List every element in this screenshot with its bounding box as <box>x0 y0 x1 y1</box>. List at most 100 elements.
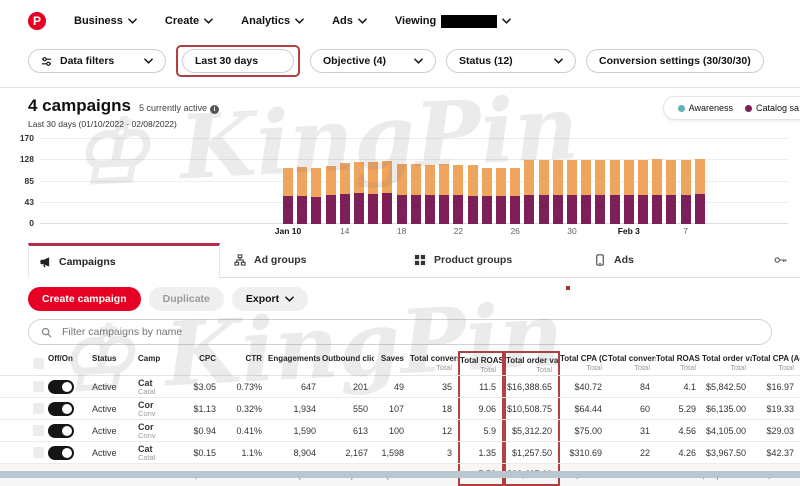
bar-segment-orange <box>425 165 435 196</box>
column-header[interactable]: Total order valuTotal <box>702 351 752 375</box>
column-header[interactable]: CPC <box>174 351 222 375</box>
campaign-name[interactable]: Cor <box>138 422 156 432</box>
cell-cpc: $0.94 <box>174 420 222 441</box>
cell-order2: $4,105.00 <box>702 420 752 441</box>
tab-ads[interactable]: Ads <box>580 243 760 277</box>
column-header[interactable]: Saves <box>374 351 410 375</box>
column-header[interactable]: Total ROAS (AdTotal <box>656 351 702 375</box>
column-header[interactable]: Off/On <box>48 351 92 375</box>
data-filters-dropdown[interactable]: Data filters <box>28 49 166 73</box>
bulk-edit-key-button[interactable] <box>760 243 800 277</box>
bar-segment-orange <box>297 167 307 196</box>
bar-segment-maroon <box>482 196 492 224</box>
table-actions: Create campaign Duplicate Export <box>0 278 800 315</box>
x-axis-label: Feb 3 <box>609 226 649 236</box>
header-checkbox-cell <box>28 351 48 375</box>
row-toggle[interactable] <box>48 424 74 438</box>
row-toggle[interactable] <box>48 402 74 416</box>
bar-segment-orange <box>340 163 350 194</box>
cell-engagements: 1,934 <box>268 398 322 419</box>
info-icon[interactable]: i <box>210 105 219 114</box>
nav-item-analytics[interactable]: Analytics <box>241 15 304 27</box>
column-header[interactable]: Total order value (CTotal <box>504 351 560 375</box>
bar-segment-maroon <box>524 195 534 224</box>
search-input[interactable] <box>60 325 759 339</box>
bar-segment-maroon <box>666 195 676 224</box>
campaign-name[interactable]: Cat <box>138 378 156 388</box>
table-row: ActiveCorConv$0.940.41%1,590613100125.9$… <box>0 420 800 442</box>
bar-segment-orange <box>283 168 293 197</box>
campaign-name-cell: CatCatal <box>138 442 174 463</box>
tab-ad-groups[interactable]: Ad groups <box>220 243 400 277</box>
select-all-checkbox[interactable] <box>33 358 44 369</box>
chevron-down-icon <box>128 18 137 24</box>
column-header-label: CPC <box>174 354 216 363</box>
export-button[interactable]: Export <box>232 287 308 311</box>
tab-label: Ads <box>614 254 634 266</box>
column-header[interactable]: Total conversionTotal <box>608 351 656 375</box>
cell-order2: $5,842.50 <box>702 376 752 397</box>
cell-saves: 1,598 <box>374 442 410 463</box>
bar-segment-maroon <box>340 194 350 225</box>
conversion-settings-button[interactable]: Conversion settings (30/30/30) <box>586 49 764 73</box>
bar-segment-orange <box>567 160 577 195</box>
row-checkbox[interactable] <box>33 403 44 414</box>
tab-product-groups[interactable]: Product groups <box>400 243 580 277</box>
column-header-label: Total order value (C <box>506 356 552 365</box>
objective-dropdown[interactable]: Objective (4) <box>310 49 436 73</box>
column-header[interactable]: Total CPA (ChecTotal <box>560 351 608 375</box>
row-checkbox-cell <box>28 398 48 419</box>
pinterest-logo-icon[interactable]: P <box>28 12 46 30</box>
nav-item-business[interactable]: Business <box>74 15 137 27</box>
column-header[interactable]: Outbound clicks <box>322 351 374 375</box>
cell-roas1: 5.9 <box>458 420 504 441</box>
sitemap-icon <box>234 254 246 266</box>
tab-campaigns[interactable]: Campaigns <box>28 243 220 278</box>
megaphone-icon <box>39 256 51 268</box>
campaign-name-wrap: CatCatal <box>138 378 156 396</box>
bar-segment-maroon <box>311 197 321 225</box>
row-checkbox[interactable] <box>33 425 44 436</box>
row-toggle[interactable] <box>48 446 74 460</box>
column-header-label: Total conversion <box>410 354 452 363</box>
column-header[interactable]: Status <box>92 351 138 375</box>
column-header[interactable]: Engagements <box>268 351 322 375</box>
chevron-down-icon <box>204 18 213 24</box>
date-range-dropdown[interactable]: Last 30 days <box>182 49 294 73</box>
bar-segment-orange <box>496 168 506 196</box>
row-toggle-cell <box>48 442 92 463</box>
create-campaign-button[interactable]: Create campaign <box>28 287 141 311</box>
row-toggle[interactable] <box>48 380 74 394</box>
cell-cpc: $3.05 <box>174 376 222 397</box>
row-checkbox[interactable] <box>33 447 44 458</box>
column-header[interactable]: Total ROAS (CheTotal <box>458 351 504 375</box>
cell-cpa2: $42.37 <box>752 442 800 463</box>
nav-item-ads[interactable]: Ads <box>332 15 367 27</box>
column-header[interactable]: CTR <box>222 351 268 375</box>
bottom-bar <box>0 471 800 478</box>
column-header[interactable]: Total conversionTotal <box>410 351 458 375</box>
bar-segment-maroon <box>510 196 520 225</box>
bar-segment-orange <box>595 160 605 195</box>
entity-tab-bar: Campaigns Ad groups Product groups Ads <box>28 243 800 278</box>
cell-conv1: 3 <box>410 442 458 463</box>
column-header-sub: Total <box>752 363 794 372</box>
bar-segment-orange <box>624 160 634 195</box>
column-header-label: Saves <box>374 354 404 363</box>
row-checkbox[interactable] <box>33 381 44 392</box>
campaign-filter-search[interactable] <box>28 319 772 345</box>
chevron-down-icon <box>295 18 304 24</box>
nav-item-create[interactable]: Create <box>165 15 213 27</box>
status-dropdown[interactable]: Status (12) <box>446 49 576 73</box>
bar-segment-maroon <box>354 193 364 224</box>
campaign-performance-chart: 04385128170 <box>40 139 788 224</box>
column-header[interactable]: Total CPA (AddTotal <box>752 351 800 375</box>
legend-dot-icon <box>745 105 752 112</box>
campaign-name[interactable]: Cor <box>138 400 156 410</box>
column-header-sub: Total <box>460 365 496 374</box>
viewing-account-selector[interactable]: Viewing <box>395 15 511 28</box>
column-header[interactable]: Camp <box>138 351 174 375</box>
duplicate-button[interactable]: Duplicate <box>149 287 224 311</box>
column-header-label: Total ROAS (Ad <box>656 354 696 363</box>
campaign-name[interactable]: Cat <box>138 444 156 454</box>
